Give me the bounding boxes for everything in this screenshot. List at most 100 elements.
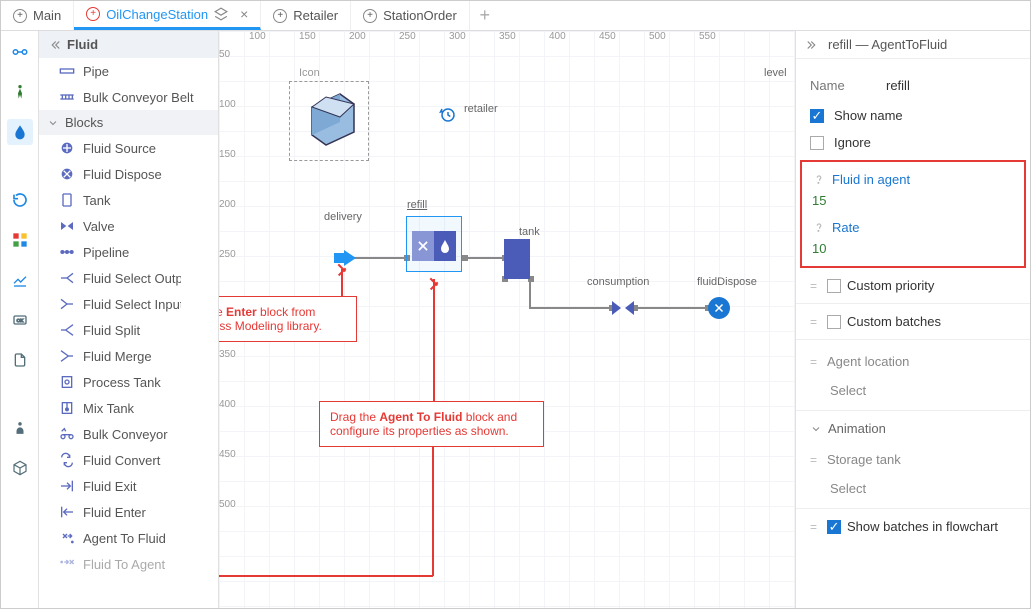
- tab-label: Main: [33, 8, 61, 23]
- palette-belt[interactable]: Bulk Conveyor Belt: [39, 84, 218, 110]
- palette-bulk-conveyor[interactable]: Bulk Conveyor: [39, 421, 218, 447]
- rail-statechart[interactable]: [7, 227, 33, 253]
- ignore-label: Ignore: [834, 135, 871, 150]
- rail-presentation[interactable]: [7, 347, 33, 373]
- tab-stationorder[interactable]: + StationOrder: [351, 1, 470, 30]
- palette-fluid-merge[interactable]: Fluid Merge: [39, 343, 218, 369]
- canvas[interactable]: 100150200250300350400450500550 501001502…: [219, 31, 795, 608]
- pipeline-icon: [59, 244, 75, 260]
- tank-icon: [59, 192, 75, 208]
- custom-batches-checkbox[interactable]: [827, 315, 841, 329]
- palette-fluid-select-input[interactable]: Fluid Select Input: [39, 291, 218, 317]
- tank-block[interactable]: [504, 239, 530, 279]
- tab-label: Retailer: [293, 8, 338, 23]
- palette-fluid-convert[interactable]: Fluid Convert: [39, 447, 218, 473]
- palette-fluid-split[interactable]: Fluid Split: [39, 317, 218, 343]
- icon-frame[interactable]: [289, 81, 369, 161]
- drag-handle-icon: =: [810, 520, 817, 534]
- palette-fluid-to-agent[interactable]: Fluid To Agent: [39, 551, 218, 577]
- tank-label: tank: [519, 226, 540, 238]
- chevron-down-icon: [47, 117, 59, 129]
- tab-oilchangestation[interactable]: + OilChangeStation ×: [74, 1, 261, 30]
- library-rail: OK: [1, 31, 39, 608]
- rail-process[interactable]: [7, 39, 33, 65]
- palette-item-label: Process Tank: [83, 375, 161, 390]
- chevron-down-icon: [810, 423, 822, 435]
- agent-to-fluid-icon: [59, 530, 75, 546]
- palette-fluid-exit[interactable]: Fluid Exit: [39, 473, 218, 499]
- layers-icon[interactable]: [214, 7, 228, 21]
- palette-title: Fluid: [67, 37, 98, 52]
- show-name-checkbox[interactable]: ✓: [810, 109, 824, 123]
- rail-controls[interactable]: OK: [7, 307, 33, 333]
- show-batches-checkbox[interactable]: ✓: [827, 520, 841, 534]
- palette-item-label: Fluid Enter: [83, 505, 146, 520]
- palette-fluid-enter[interactable]: Fluid Enter: [39, 499, 218, 525]
- clock-reset-icon[interactable]: [439, 106, 457, 124]
- rate-label: Rate: [832, 220, 859, 235]
- delivery-label: delivery: [324, 211, 362, 223]
- rail-pedestrian[interactable]: [7, 79, 33, 105]
- refill-block[interactable]: [406, 216, 462, 272]
- palette-valve[interactable]: Valve: [39, 213, 218, 239]
- belt-icon: [59, 89, 75, 105]
- palette-item-label: Fluid Dispose: [83, 167, 162, 182]
- custom-priority-checkbox[interactable]: [827, 279, 841, 293]
- convert-icon: [59, 452, 75, 468]
- add-tab-button[interactable]: +: [470, 1, 500, 30]
- tab-main[interactable]: + Main: [1, 1, 74, 30]
- name-label: Name: [810, 78, 870, 93]
- valve-icon: [59, 218, 75, 234]
- palette-item-label: Pipe: [83, 64, 109, 79]
- palette-pipeline[interactable]: Pipeline: [39, 239, 218, 265]
- tab-retailer[interactable]: + Retailer: [261, 1, 351, 30]
- animation-section[interactable]: Animation: [810, 415, 1016, 442]
- palette-mix-tank[interactable]: Mix Tank: [39, 395, 218, 421]
- close-icon[interactable]: ×: [240, 6, 248, 22]
- palette-process-tank[interactable]: Process Tank: [39, 369, 218, 395]
- rail-3d[interactable]: [7, 455, 33, 481]
- palette-blocks-group[interactable]: Blocks: [39, 110, 218, 135]
- chevron-right-icon[interactable]: [806, 38, 820, 52]
- palette-fluid-select-output[interactable]: Fluid Select Output: [39, 265, 218, 291]
- rail-analysis[interactable]: [7, 267, 33, 293]
- palette-item-label: Fluid Convert: [83, 453, 160, 468]
- pipe-icon: [59, 63, 75, 79]
- bulk-conveyor-icon: [59, 426, 75, 442]
- valve-block[interactable]: [612, 299, 634, 317]
- palette-item-label: Agent To Fluid: [83, 531, 166, 546]
- storage-tank-select[interactable]: Select: [810, 477, 1016, 504]
- palette-header[interactable]: Fluid: [39, 31, 218, 58]
- palette-pipe[interactable]: Pipe: [39, 58, 218, 84]
- palette-item-label: Valve: [83, 219, 115, 234]
- fluid-to-agent-icon: [59, 556, 75, 572]
- fluid-in-agent-input[interactable]: 15: [812, 189, 1014, 218]
- refill-label[interactable]: refill: [407, 199, 427, 211]
- rail-agent[interactable]: [7, 415, 33, 441]
- query-icon: [812, 173, 826, 187]
- callout-drag: Drag the Agent To Fluid block and config…: [319, 401, 544, 447]
- agent-icon: +: [363, 9, 377, 23]
- dispose-block[interactable]: [708, 297, 730, 319]
- name-input[interactable]: refill: [880, 75, 1016, 96]
- retailer-label: retailer: [464, 103, 498, 115]
- palette: Fluid Pipe Bulk Conveyor Belt Blocks Flu…: [39, 31, 219, 608]
- svg-text:OK: OK: [16, 318, 24, 323]
- rail-refresh[interactable]: [7, 187, 33, 213]
- storage-tank-label: Storage tank: [827, 448, 901, 471]
- ignore-checkbox[interactable]: [810, 136, 824, 150]
- properties-header: refill — AgentToFluid: [796, 31, 1030, 59]
- query-icon: [812, 221, 826, 235]
- agent-location-select[interactable]: Select: [810, 379, 1016, 406]
- agent-location-label: Agent location: [827, 350, 909, 373]
- source-icon: [59, 140, 75, 156]
- palette-tank[interactable]: Tank: [39, 187, 218, 213]
- palette-fluid-dispose[interactable]: Fluid Dispose: [39, 161, 218, 187]
- palette-agent-to-fluid[interactable]: Agent To Fluid: [39, 525, 218, 551]
- process-tank-icon: [59, 374, 75, 390]
- palette-fluid-source[interactable]: Fluid Source: [39, 135, 218, 161]
- rail-fluid[interactable]: [7, 119, 33, 145]
- rate-input[interactable]: 10: [812, 237, 1014, 258]
- level-label: level: [764, 67, 787, 79]
- palette-item-label: Fluid Source: [83, 141, 156, 156]
